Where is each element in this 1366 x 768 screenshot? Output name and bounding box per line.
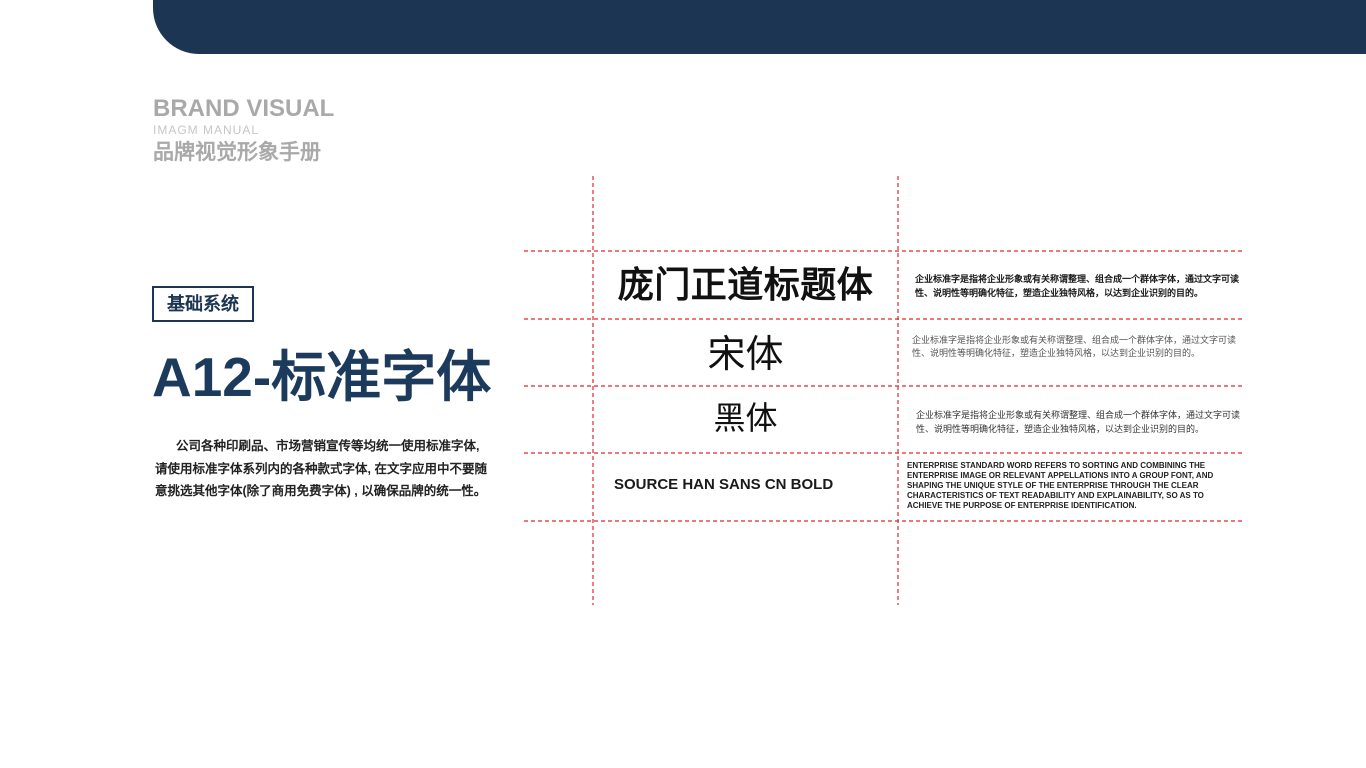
specimen-description-line: ENTERPRISE IMAGE OR RELEVANT APPELLATION…	[907, 471, 1214, 480]
font-specimen-description: 企业标准字是指将企业形象或有关称谓整理、组合成一个群体字体，通过文字可读 性、说…	[916, 408, 1240, 436]
specimen-description-line: ENTERPRISE STANDARD WORD REFERS TO SORTI…	[907, 461, 1206, 470]
specimen-description-line: ACHIEVE THE PURPOSE OF ENTERPRISE IDENTI…	[907, 501, 1137, 510]
specimen-description-line: 性、说明性等明确化特征，塑造企业独特风格，以达到企业识别的目的。	[912, 348, 1201, 358]
font-specimen-description: ENTERPRISE STANDARD WORD REFERS TO SORTI…	[907, 461, 1213, 511]
font-specimen-name: 宋体	[707, 334, 784, 376]
font-specimen-description: 企业标准字是指将企业形象或有关称谓整理、组合成一个群体字体，通过文字可读 性、说…	[915, 272, 1239, 300]
specimen-description-line: 企业标准字是指将企业形象或有关称谓整理、组合成一个群体字体，通过文字可读	[916, 410, 1241, 420]
specimen-description-line: 性、说明性等明确化特征，塑造企业独特风格，以达到企业识别的目的。	[916, 424, 1205, 434]
font-specimen-name: SOURCE HAN SANS CN BOLD	[614, 476, 834, 493]
font-specimen-name: 庞门正道标题体	[617, 264, 874, 305]
specimen-description-line: 企业标准字是指将企业形象或有关称谓整理、组合成一个群体字体，通过文字可读	[915, 274, 1240, 284]
specimen-description-line: SHAPING THE UNIQUE STYLE OF THE ENTERPRI…	[907, 481, 1199, 490]
font-specimen-name: 黑体	[713, 400, 778, 436]
specimen-description-line: CHARACTERISTICS OF TEXT READABILITY AND …	[907, 491, 1204, 500]
specimen-description-line: 性、说明性等明确化特征，塑造企业独特风格，以达到企业识别的目的。	[915, 288, 1204, 298]
font-specimen-description: 企业标准字是指将企业形象或有关称谓整理、组合成一个群体字体，通过文字可读 性、说…	[912, 334, 1236, 360]
specimen-description-line: 企业标准字是指将企业形象或有关称谓整理、组合成一个群体字体，通过文字可读	[912, 335, 1237, 345]
